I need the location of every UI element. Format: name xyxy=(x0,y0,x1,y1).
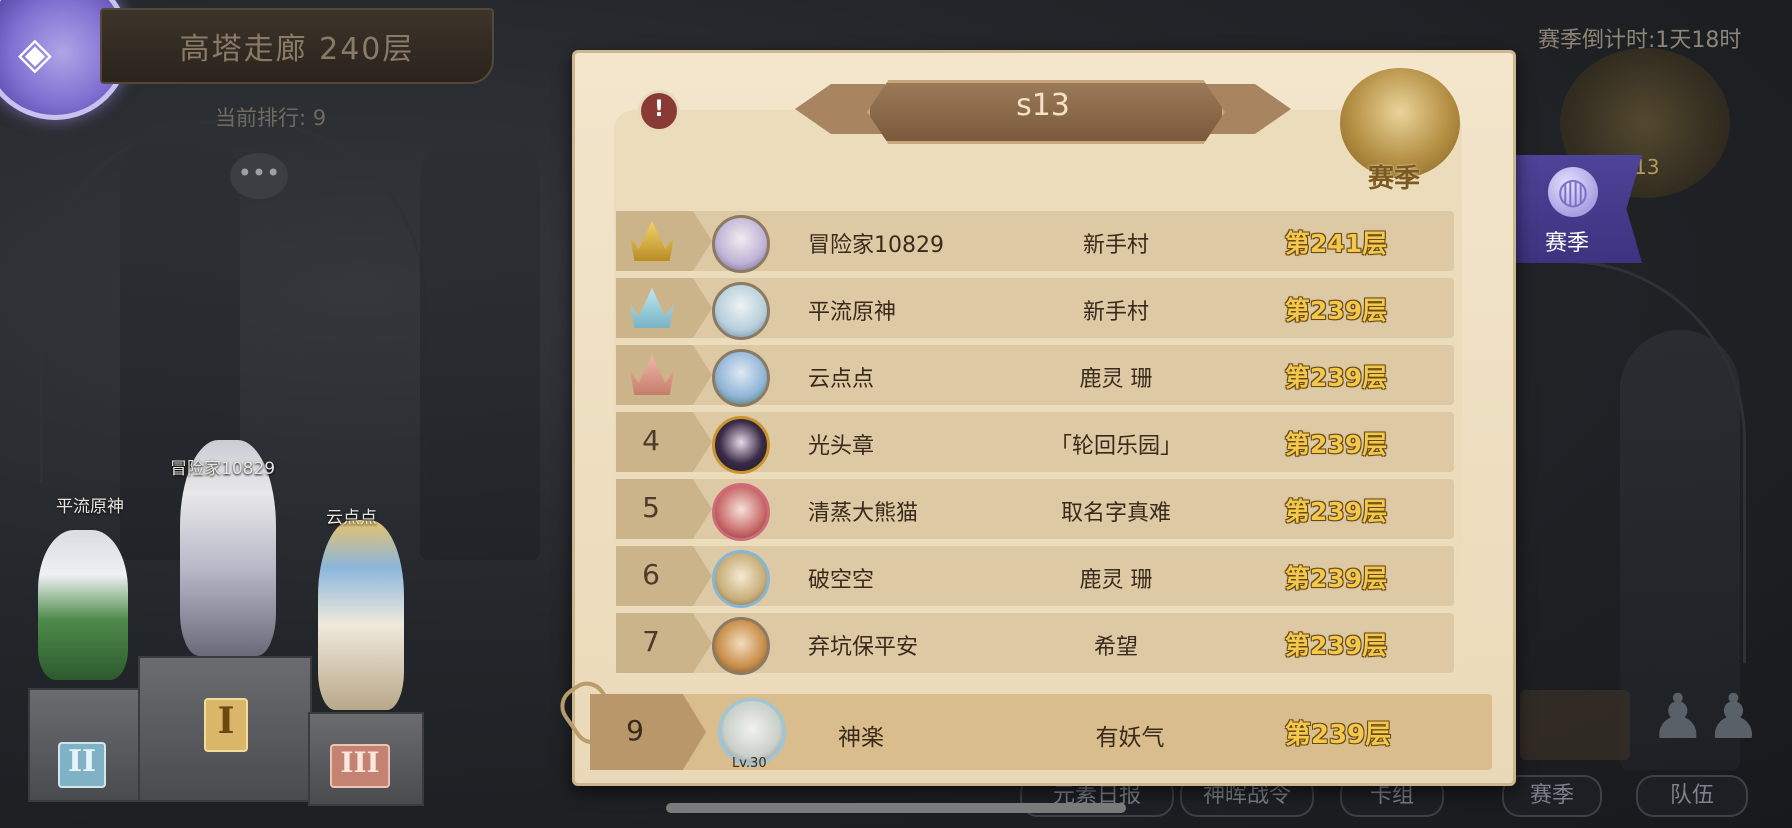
book-icon xyxy=(1520,690,1630,760)
player-floor: 第239层 xyxy=(1284,363,1388,392)
player-guild: 鹿灵 珊 xyxy=(1079,568,1153,593)
nav-season[interactable]: 赛季 xyxy=(1502,775,1602,817)
season-plaque: s13 xyxy=(795,72,1291,146)
chess-pieces-icon: ♟♟ xyxy=(1650,680,1762,753)
player-guild: 希望 xyxy=(1093,635,1138,660)
character-third[interactable] xyxy=(318,520,404,710)
leaderboard-row-3[interactable]: 云点点 鹿灵 珊 第239层 xyxy=(616,345,1454,407)
podium-numeral-first: I xyxy=(204,698,248,752)
avatar[interactable] xyxy=(712,215,770,273)
leaderboard-row-2[interactable]: 平流原神 新手村 第239层 xyxy=(616,278,1454,340)
leaderboard-row-6[interactable]: 6 破空空 鹿灵 珊 第239层 xyxy=(616,546,1454,608)
season-tab-button[interactable]: ◍ 赛季 xyxy=(1512,155,1642,263)
season-name: s13 xyxy=(1016,88,1070,123)
podium-numeral-second: II xyxy=(58,742,106,788)
rank-number: 9 xyxy=(626,714,644,747)
podium-numeral-third: III xyxy=(330,744,390,788)
character-second[interactable] xyxy=(38,530,128,680)
info-alert-icon[interactable]: ! xyxy=(638,90,680,132)
leaderboard-row-4[interactable]: 4 光头章 「轮回乐园」 第239层 xyxy=(616,412,1454,474)
rank-cell xyxy=(616,278,712,338)
avatar[interactable] xyxy=(712,483,770,541)
player-guild: 取名字真难 xyxy=(1060,501,1171,526)
rank-cell xyxy=(616,211,712,271)
avatar[interactable] xyxy=(712,349,770,407)
player-floor: 第239层 xyxy=(1284,631,1388,660)
player-guild: 鹿灵 珊 xyxy=(1079,367,1153,392)
current-rank: 当前排行: 9 xyxy=(215,106,327,130)
self-rank-row[interactable]: 9 Lv.30 神楽 有妖气 第239层 xyxy=(590,694,1492,771)
leaderboard-row-5[interactable]: 5 清蒸大熊猫 取名字真难 第239层 xyxy=(616,479,1454,541)
character-name-second: 平流原神 xyxy=(56,497,124,517)
player-name: 神楽 xyxy=(838,725,884,751)
rank-number: 7 xyxy=(642,625,660,658)
player-floor: 第239层 xyxy=(1284,497,1388,526)
player-guild: 「轮回乐园」 xyxy=(1049,434,1182,459)
player-name: 平流原神 xyxy=(808,300,897,325)
rank-number: 4 xyxy=(642,424,660,457)
avatar[interactable] xyxy=(712,550,770,608)
avatar[interactable] xyxy=(712,416,770,474)
leaderboard-row-1[interactable]: 冒险家10829 新手村 第241层 xyxy=(616,211,1454,273)
nav-team[interactable]: 队伍 xyxy=(1636,775,1748,817)
player-floor: 第241层 xyxy=(1284,229,1388,258)
season-tab-label: 赛季 xyxy=(1545,231,1590,256)
avatar[interactable] xyxy=(712,617,770,675)
player-name: 弃坑保平安 xyxy=(808,635,919,660)
player-guild: 新手村 xyxy=(1082,300,1149,325)
player-name: 冒险家10829 xyxy=(808,233,944,258)
globe-icon: ◍ xyxy=(1548,167,1598,217)
player-floor: 第239层 xyxy=(1284,720,1392,750)
home-indicator[interactable] xyxy=(666,803,1126,813)
rank-number: 6 xyxy=(642,558,660,591)
rank-cell xyxy=(616,345,712,405)
player-floor: 第239层 xyxy=(1284,430,1388,459)
chat-icon[interactable]: ••• xyxy=(230,153,288,199)
player-level: Lv.30 xyxy=(732,756,767,771)
leaderboard-row-7[interactable]: 7 弃坑保平安 希望 第239层 xyxy=(616,613,1454,675)
player-floor: 第239层 xyxy=(1284,296,1388,325)
avatar[interactable] xyxy=(712,282,770,340)
player-name: 清蒸大熊猫 xyxy=(808,501,919,526)
character-name-first: 冒险家10829 xyxy=(170,459,276,479)
player-floor: 第239层 xyxy=(1284,564,1388,593)
rank-number: 5 xyxy=(642,491,660,524)
season-badge-label: 赛季 xyxy=(1368,164,1421,194)
character-name-third: 云点点 xyxy=(326,508,377,528)
logo-icon: ◈ xyxy=(18,28,52,79)
player-name: 云点点 xyxy=(808,367,875,392)
player-guild: 新手村 xyxy=(1082,233,1149,258)
title-banner: 高塔走廊 240层 xyxy=(100,8,494,84)
player-name: 光头章 xyxy=(808,434,875,459)
background-pillar xyxy=(420,120,540,560)
player-name: 破空空 xyxy=(808,568,875,593)
player-guild: 有妖气 xyxy=(1095,725,1165,751)
page-title: 高塔走廊 240层 xyxy=(179,32,415,67)
